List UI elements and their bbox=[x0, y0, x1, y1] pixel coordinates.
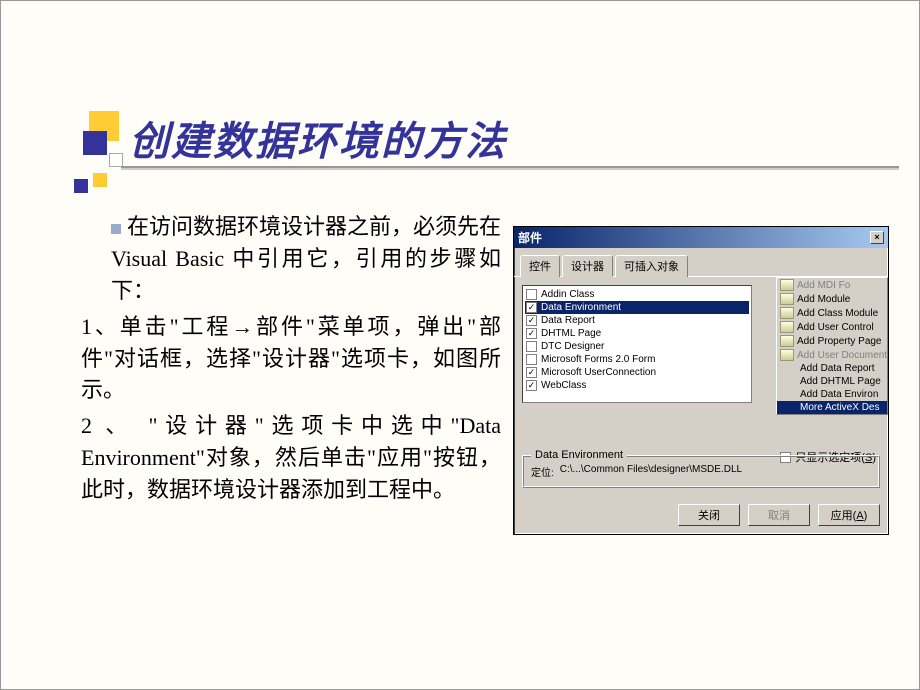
list-item[interactable]: ✓ Data Environment bbox=[525, 301, 749, 314]
tab-controls[interactable]: 控件 bbox=[520, 255, 560, 277]
deco-square-yellow-small bbox=[93, 173, 107, 187]
menu-item[interactable]: Add Module bbox=[777, 292, 887, 306]
slide-title: 创建数据环境的方法 bbox=[129, 109, 507, 167]
checkbox-icon[interactable]: ✓ bbox=[526, 380, 537, 391]
list-item[interactable]: ✓ Microsoft UserConnection bbox=[525, 366, 749, 379]
dialog-titlebar[interactable]: 部件 × bbox=[514, 227, 888, 248]
module-icon bbox=[780, 321, 794, 333]
deco-square-blue-small bbox=[74, 179, 88, 193]
module-icon bbox=[780, 335, 794, 347]
list-item-label: Data Report bbox=[541, 314, 595, 327]
menu-item[interactable]: Add DHTML Page bbox=[777, 375, 887, 388]
module-icon bbox=[780, 279, 794, 291]
step2-text: 2 、 "设计器"选项卡中选中"Data Environment"对象，然后单击… bbox=[81, 410, 501, 506]
deco-square-white bbox=[109, 153, 123, 167]
menu-item: Add User Document bbox=[777, 348, 887, 362]
context-menu: Add MDI Fo Add Module Add Class Module Add … bbox=[776, 277, 888, 415]
menu-item-label: Add Data Report bbox=[800, 363, 875, 374]
menu-item-label: Add User Document bbox=[797, 350, 887, 361]
dialog-body: Addin Class ✓ Data Environment ✓ Data Report… bbox=[514, 277, 888, 496]
list-item-label: Addin Class bbox=[541, 288, 594, 301]
menu-item-label: Add Data Environ bbox=[800, 389, 878, 400]
list-item[interactable]: ✓ Data Report bbox=[525, 314, 749, 327]
tab-strip: 控件 设计器 可插入对象 bbox=[514, 248, 888, 277]
location-groupbox: Data Environment 定位: C:\...\Common Files… bbox=[522, 455, 880, 488]
step1-text: 1、单击"工程→部件"菜单项，弹出"部件"对话框，选择"设计器"选项卡，如图所示… bbox=[81, 311, 501, 407]
deco-square-blue-large bbox=[83, 131, 107, 155]
checkbox-icon[interactable] bbox=[526, 354, 537, 365]
close-icon[interactable]: × bbox=[870, 231, 884, 244]
menu-item[interactable]: Add Class Module bbox=[777, 306, 887, 320]
menu-item-label: More ActiveX Des bbox=[800, 402, 879, 413]
checkbox-icon[interactable] bbox=[526, 341, 537, 352]
cancel-button: 取消 bbox=[748, 504, 810, 526]
dialog-buttons: 关闭 取消 应用(A) bbox=[514, 496, 888, 534]
menu-item-label: Add Property Page bbox=[797, 336, 882, 347]
list-item-label: DTC Designer bbox=[541, 340, 604, 353]
tab-insertable[interactable]: 可插入对象 bbox=[615, 255, 688, 277]
intro-text: 在访问数据环境设计器之前，必须先在 Visual Basic 中引用它，引用的步… bbox=[111, 214, 501, 303]
menu-item[interactable]: More ActiveX Des bbox=[777, 401, 887, 414]
menu-item[interactable]: Add Data Report bbox=[777, 362, 887, 375]
menu-item: Add MDI Fo bbox=[777, 278, 887, 292]
menu-item-label: Add Module bbox=[797, 294, 850, 305]
menu-item[interactable]: Add User Control bbox=[777, 320, 887, 334]
list-item[interactable]: Microsoft Forms 2.0 Form bbox=[525, 353, 749, 366]
menu-item-label: Add DHTML Page bbox=[800, 376, 881, 387]
list-item[interactable]: DTC Designer bbox=[525, 340, 749, 353]
components-dialog: 部件 × 控件 设计器 可插入对象 Addin Class ✓ Data Envir… bbox=[513, 226, 889, 535]
location-value: C:\...\Common Files\designer\MSDE.DLL bbox=[560, 464, 742, 479]
apply-button[interactable]: 应用(A) bbox=[818, 504, 880, 526]
list-item-label: Microsoft UserConnection bbox=[541, 366, 656, 379]
menu-item-label: Add User Control bbox=[797, 322, 874, 333]
slide-body: 在访问数据环境设计器之前，必须先在 Visual Basic 中引用它，引用的步… bbox=[81, 211, 501, 510]
checkbox-icon[interactable]: ✓ bbox=[526, 302, 537, 313]
menu-item[interactable]: Add Property Page bbox=[777, 334, 887, 348]
menu-item-label: Add MDI Fo bbox=[797, 280, 850, 291]
list-item-label: Data Environment bbox=[541, 301, 621, 314]
module-icon bbox=[780, 349, 794, 361]
menu-item-label: Add Class Module bbox=[797, 308, 878, 319]
tab-designers[interactable]: 设计器 bbox=[562, 255, 613, 277]
checkbox-icon[interactable]: ✓ bbox=[526, 367, 537, 378]
slide: 创建数据环境的方法 在访问数据环境设计器之前，必须先在 Visual Basic… bbox=[0, 0, 920, 690]
list-item-label: Microsoft Forms 2.0 Form bbox=[541, 353, 655, 366]
location-label: 定位: bbox=[531, 464, 554, 479]
menu-item[interactable]: Add Data Environ bbox=[777, 388, 887, 401]
checkbox-icon[interactable]: ✓ bbox=[526, 328, 537, 339]
dialog-title: 部件 bbox=[518, 229, 542, 246]
list-item-label: DHTML Page bbox=[541, 327, 601, 340]
group-title: Data Environment bbox=[531, 449, 627, 461]
bullet-icon bbox=[111, 224, 121, 234]
list-item[interactable]: ✓ WebClass bbox=[525, 379, 749, 392]
list-item[interactable]: Addin Class bbox=[525, 288, 749, 301]
module-icon bbox=[780, 293, 794, 305]
checkbox-icon[interactable]: ✓ bbox=[526, 315, 537, 326]
module-icon bbox=[780, 307, 794, 319]
close-button[interactable]: 关闭 bbox=[678, 504, 740, 526]
list-item[interactable]: ✓ DHTML Page bbox=[525, 327, 749, 340]
designer-listbox[interactable]: Addin Class ✓ Data Environment ✓ Data Report… bbox=[522, 285, 752, 403]
checkbox-icon[interactable] bbox=[526, 289, 537, 300]
list-item-label: WebClass bbox=[541, 379, 586, 392]
